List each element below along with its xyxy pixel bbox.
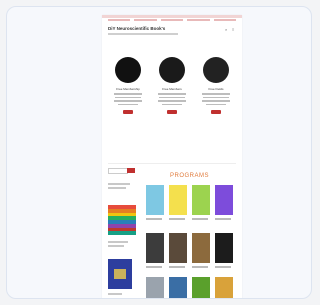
top-bar <box>102 15 242 18</box>
book-caption <box>215 218 231 220</box>
book-caption <box>215 266 231 268</box>
book-cover[interactable] <box>215 277 233 298</box>
book-cover[interactable] <box>169 277 187 298</box>
feature-text <box>114 100 142 102</box>
sidebar-text <box>108 293 122 295</box>
feature-image <box>159 57 185 83</box>
feature-text <box>202 100 230 102</box>
feature-text <box>158 93 186 95</box>
nav-item[interactable] <box>108 19 131 21</box>
feature-text <box>118 103 138 105</box>
book-cover[interactable] <box>215 185 233 215</box>
feature-text <box>115 96 141 98</box>
search-icon[interactable]: ⌕ <box>225 27 227 32</box>
feature-title: Free Fields <box>208 87 224 91</box>
book-caption <box>192 218 208 220</box>
nav-item[interactable] <box>213 19 237 21</box>
website-thumbnail[interactable]: DiY Neuroscientific Book's ⌕ ≡ Free Memb… <box>102 15 242 298</box>
read-more-button[interactable] <box>211 110 221 114</box>
feature-image <box>203 57 229 83</box>
book-cover[interactable] <box>146 277 164 298</box>
feature-text <box>202 93 230 95</box>
feature-text <box>114 93 142 95</box>
book-cover[interactable] <box>215 233 233 263</box>
book-cover[interactable] <box>146 233 164 263</box>
book-cover[interactable] <box>192 233 210 263</box>
sidebar-image[interactable] <box>108 205 136 235</box>
feature-1: Free Membership <box>110 57 146 114</box>
feature-text <box>158 100 186 102</box>
feature-text <box>203 96 229 98</box>
sidebar-heading <box>108 241 128 243</box>
divider <box>108 163 236 164</box>
feature-text <box>162 103 182 105</box>
sidebar-text <box>108 245 124 247</box>
sidebar-heading <box>108 183 130 185</box>
read-more-button[interactable] <box>123 110 133 114</box>
nav-item[interactable] <box>187 19 210 21</box>
site-title: DiY Neuroscientific Book's <box>108 26 166 31</box>
nav-item[interactable] <box>134 19 157 21</box>
menu-icon[interactable]: ≡ <box>232 27 234 32</box>
sidebar-text <box>108 187 126 189</box>
read-more-button[interactable] <box>167 110 177 114</box>
book-cover[interactable] <box>146 185 164 215</box>
feature-3: Free Fields <box>198 57 234 114</box>
book-caption <box>169 218 185 220</box>
nav-item[interactable] <box>160 19 184 21</box>
feature-title: Free Members <box>162 87 182 91</box>
feature-2: Free Members <box>154 57 190 114</box>
preview-card: DiY Neuroscientific Book's ⌕ ≡ Free Memb… <box>6 6 312 299</box>
feature-text <box>159 96 185 98</box>
site-tagline <box>108 33 178 35</box>
book-caption <box>169 266 185 268</box>
stripe <box>108 231 136 235</box>
book-cover[interactable] <box>169 233 187 263</box>
search-button[interactable] <box>127 168 135 173</box>
book-cover[interactable] <box>192 277 210 298</box>
book-cover[interactable] <box>169 185 187 215</box>
feature-text <box>206 103 226 105</box>
programs-heading: PROGRAMS <box>170 173 210 179</box>
sidebar-book-cover[interactable] <box>108 259 132 289</box>
book-cover[interactable] <box>192 185 210 215</box>
search-input[interactable] <box>108 168 128 174</box>
book-caption <box>146 266 162 268</box>
feature-title: Free Membership <box>116 87 140 91</box>
book-caption <box>146 218 162 220</box>
feature-image <box>115 57 141 83</box>
top-nav <box>108 19 237 23</box>
book-caption <box>192 266 208 268</box>
